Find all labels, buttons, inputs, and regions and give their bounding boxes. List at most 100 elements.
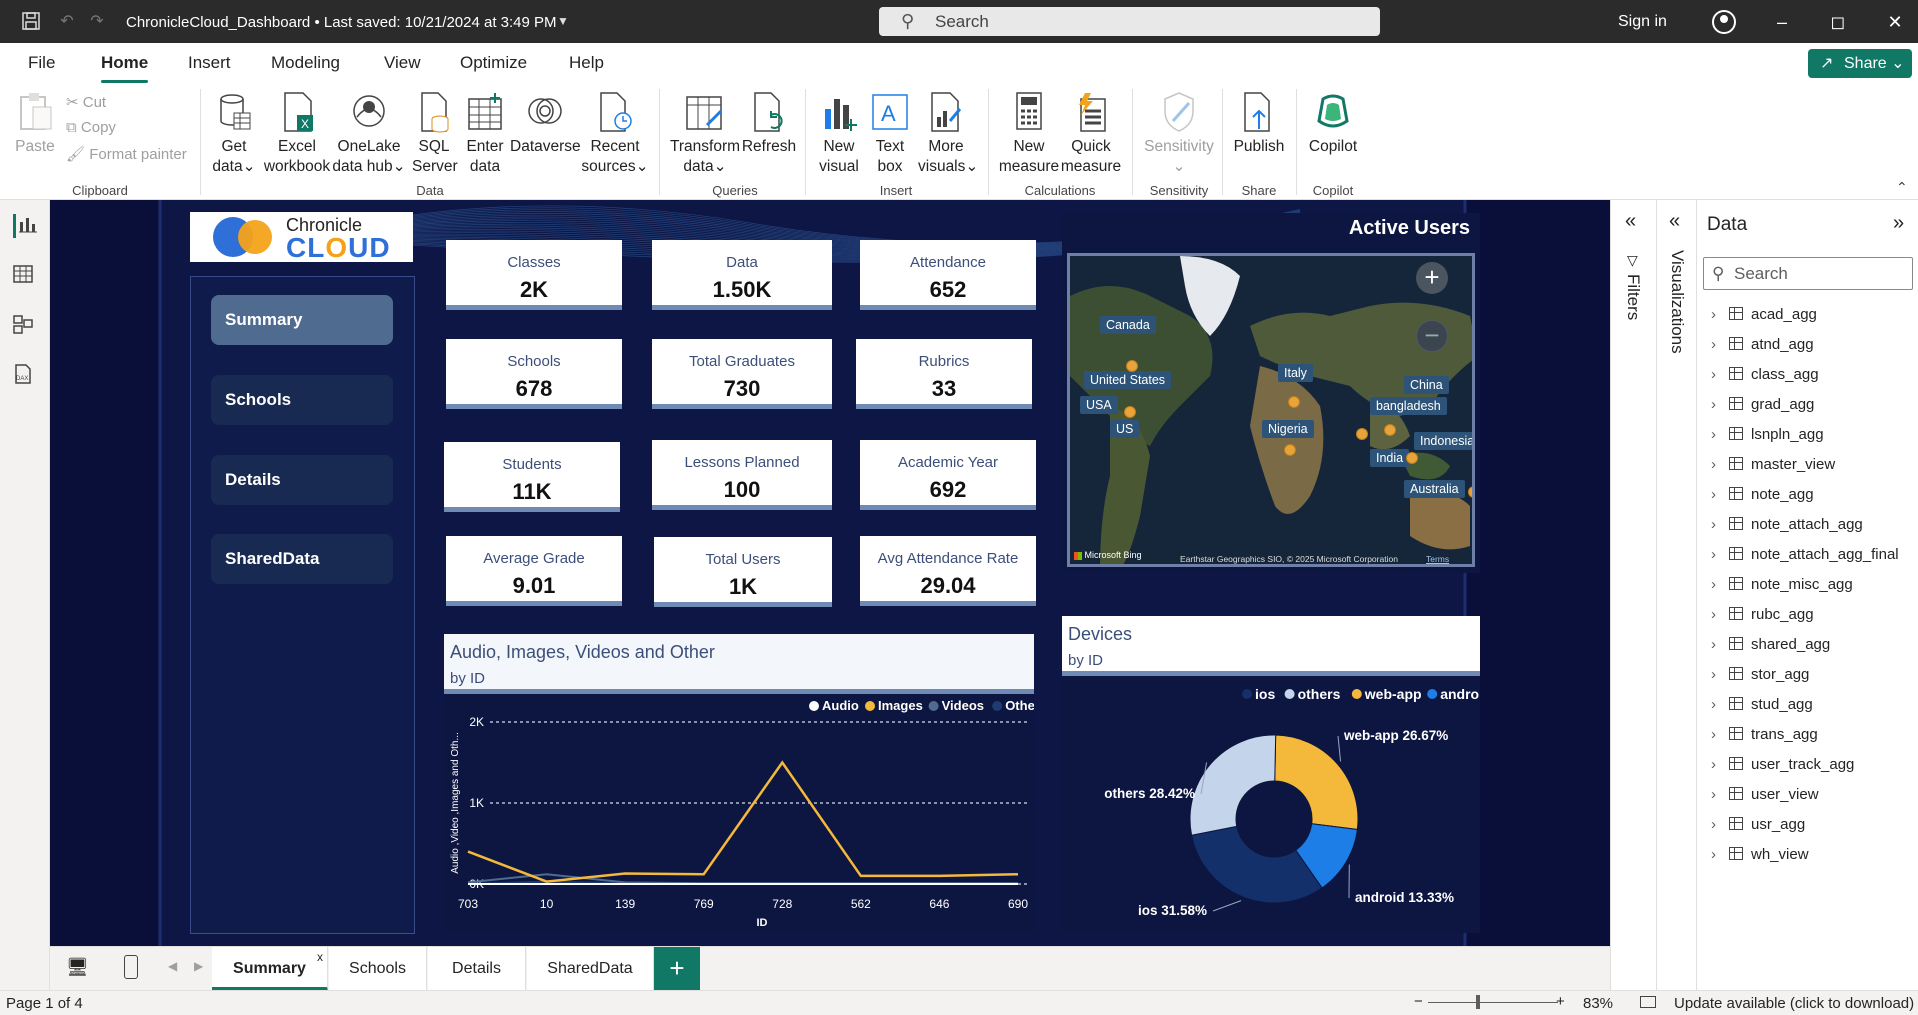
- desktop-layout-icon[interactable]: 🖥: [66, 957, 89, 978]
- chevron-right-icon[interactable]: ›: [1711, 306, 1729, 323]
- chevron-right-icon[interactable]: ›: [1711, 366, 1729, 383]
- data-table-item[interactable]: › master_view: [1711, 456, 1835, 476]
- chevron-right-icon[interactable]: ›: [1711, 486, 1729, 503]
- kpi-card-total-graduates[interactable]: Total Graduates 730: [652, 339, 832, 409]
- kpi-card-academic-year[interactable]: Academic Year 692: [860, 440, 1036, 510]
- redo-icon[interactable]: ↷: [86, 11, 108, 33]
- search-input[interactable]: ⚲ Search: [879, 7, 1380, 36]
- kpi-card-data[interactable]: Data 1.50K: [652, 240, 832, 310]
- map-zoom-in-icon[interactable]: +: [1416, 262, 1448, 294]
- chevron-right-icon[interactable]: ›: [1711, 786, 1729, 803]
- chevron-right-icon[interactable]: ›: [1711, 516, 1729, 533]
- enter-data-button[interactable]: Enter data: [464, 91, 506, 177]
- zoom-out-icon[interactable]: −: [1414, 993, 1423, 1010]
- visualizations-pane[interactable]: « Visualizations: [1656, 200, 1696, 990]
- kpi-card-rubrics[interactable]: Rubrics 33: [856, 339, 1032, 409]
- table-view-icon[interactable]: [13, 264, 37, 288]
- previous-page-icon[interactable]: ◀: [168, 959, 177, 973]
- visualizations-label[interactable]: Visualizations: [1667, 250, 1687, 354]
- audio-images-chart-visual[interactable]: Audio, Images, Videos and Other by ID Au…: [444, 634, 1034, 933]
- page-tab-shareddata[interactable]: SharedData: [527, 947, 654, 991]
- get-data-button[interactable]: Get data⌄: [208, 91, 260, 177]
- chevron-right-icon[interactable]: ›: [1711, 606, 1729, 623]
- kpi-card-avg-attendance-rate[interactable]: Avg Attendance Rate 29.04: [860, 536, 1036, 606]
- dataverse-button[interactable]: Dataverse: [510, 91, 581, 157]
- chevron-right-icon[interactable]: ›: [1711, 426, 1729, 443]
- cut-button[interactable]: ✂ Cut: [66, 93, 106, 111]
- data-table-item[interactable]: › note_misc_agg: [1711, 576, 1853, 596]
- kpi-card-schools[interactable]: Schools 678: [446, 339, 622, 409]
- kpi-card-average-grade[interactable]: Average Grade 9.01: [446, 536, 622, 606]
- active-users-map-visual[interactable]: Active Users Canada United States USA US: [1062, 213, 1480, 573]
- map-bubble[interactable]: [1468, 486, 1472, 498]
- tab-file[interactable]: File: [28, 53, 55, 73]
- copilot-button[interactable]: Copilot: [1304, 91, 1362, 157]
- report-view-icon[interactable]: [13, 214, 37, 238]
- next-page-icon[interactable]: ▶: [194, 959, 203, 973]
- add-page-button[interactable]: +: [654, 947, 700, 991]
- data-search-input[interactable]: ⚲ Search: [1703, 257, 1913, 290]
- map-bubble[interactable]: [1126, 360, 1138, 372]
- sensitivity-button[interactable]: Sensitivity ⌄: [1140, 91, 1218, 177]
- map-zoom-out-icon[interactable]: −: [1416, 320, 1448, 352]
- collapse-data-pane-icon[interactable]: »: [1893, 212, 1904, 235]
- map-canvas[interactable]: Canada United States USA US Italy Nigeri…: [1067, 253, 1475, 567]
- data-table-item[interactable]: › class_agg: [1711, 366, 1819, 386]
- page-tab-schools[interactable]: Schools: [329, 947, 427, 991]
- data-table-item[interactable]: › grad_agg: [1711, 396, 1814, 416]
- data-table-item[interactable]: › lsnpln_agg: [1711, 426, 1824, 446]
- tab-optimize[interactable]: Optimize: [460, 53, 527, 73]
- zoom-in-icon[interactable]: +: [1556, 993, 1565, 1010]
- nav-button-schools[interactable]: Schools: [211, 375, 393, 425]
- onelake-button[interactable]: OneLake data hub⌄: [332, 91, 406, 177]
- tab-home[interactable]: Home: [101, 53, 149, 83]
- kpi-card-attendance[interactable]: Attendance 652: [860, 240, 1036, 310]
- transform-data-button[interactable]: Transform data⌄: [668, 91, 742, 177]
- data-table-item[interactable]: › note_agg: [1711, 486, 1814, 506]
- data-table-item[interactable]: › shared_agg: [1711, 636, 1830, 656]
- kpi-card-lessons-planned[interactable]: Lessons Planned 100: [652, 440, 832, 510]
- format-painter-button[interactable]: 🖌 Format painter: [66, 145, 187, 163]
- chevron-right-icon[interactable]: ›: [1711, 696, 1729, 713]
- new-measure-button[interactable]: New measure: [998, 91, 1060, 177]
- tab-view[interactable]: View: [384, 53, 421, 73]
- map-bubble[interactable]: [1284, 444, 1296, 456]
- refresh-button[interactable]: Refresh: [740, 91, 798, 157]
- copy-button[interactable]: ⧉ Copy: [66, 119, 116, 136]
- close-icon[interactable]: ✕: [1883, 10, 1907, 34]
- save-icon[interactable]: [20, 11, 42, 33]
- chevron-right-icon[interactable]: ›: [1711, 396, 1729, 413]
- data-table-item[interactable]: › usr_agg: [1711, 816, 1805, 836]
- update-notice[interactable]: Update available (click to download): [1674, 995, 1914, 1012]
- page-tab-summary[interactable]: Summary x: [212, 947, 328, 991]
- chevron-right-icon[interactable]: ›: [1711, 636, 1729, 653]
- close-page-icon[interactable]: x: [317, 935, 323, 979]
- data-table-item[interactable]: › wh_view: [1711, 846, 1809, 866]
- publish-button[interactable]: Publish: [1230, 91, 1288, 157]
- data-table-item[interactable]: › note_attach_agg_final: [1711, 546, 1899, 566]
- nav-button-shareddata[interactable]: SharedData: [211, 534, 393, 584]
- more-visuals-button[interactable]: More visuals⌄: [918, 91, 978, 177]
- chevron-right-icon[interactable]: ›: [1711, 816, 1729, 833]
- avatar-icon[interactable]: [1712, 10, 1736, 34]
- chevron-right-icon[interactable]: ›: [1711, 546, 1729, 563]
- chevron-right-icon[interactable]: ›: [1711, 456, 1729, 473]
- tab-modeling[interactable]: Modeling: [271, 53, 340, 73]
- data-table-item[interactable]: › note_attach_agg: [1711, 516, 1863, 536]
- report-canvas[interactable]: Chronicle CLOUD Summary Schools Details …: [50, 200, 1610, 946]
- data-table-item[interactable]: › user_track_agg: [1711, 756, 1854, 776]
- chevron-right-icon[interactable]: ›: [1711, 666, 1729, 683]
- collapse-ribbon-icon[interactable]: ⌃: [1896, 179, 1908, 196]
- map-bubble[interactable]: [1356, 428, 1368, 440]
- chevron-right-icon[interactable]: ›: [1711, 336, 1729, 353]
- dax-query-view-icon[interactable]: DAX: [13, 364, 37, 388]
- chevron-right-icon[interactable]: ›: [1711, 846, 1729, 863]
- nav-button-details[interactable]: Details: [211, 455, 393, 505]
- filters-label[interactable]: Filters: [1623, 274, 1643, 320]
- kpi-card-classes[interactable]: Classes 2K: [446, 240, 622, 310]
- map-bubble[interactable]: [1288, 396, 1300, 408]
- quick-measure-button[interactable]: Quick measure: [1060, 91, 1122, 177]
- tab-insert[interactable]: Insert: [188, 53, 231, 73]
- data-table-item[interactable]: › acad_agg: [1711, 306, 1817, 326]
- data-table-item[interactable]: › atnd_agg: [1711, 336, 1814, 356]
